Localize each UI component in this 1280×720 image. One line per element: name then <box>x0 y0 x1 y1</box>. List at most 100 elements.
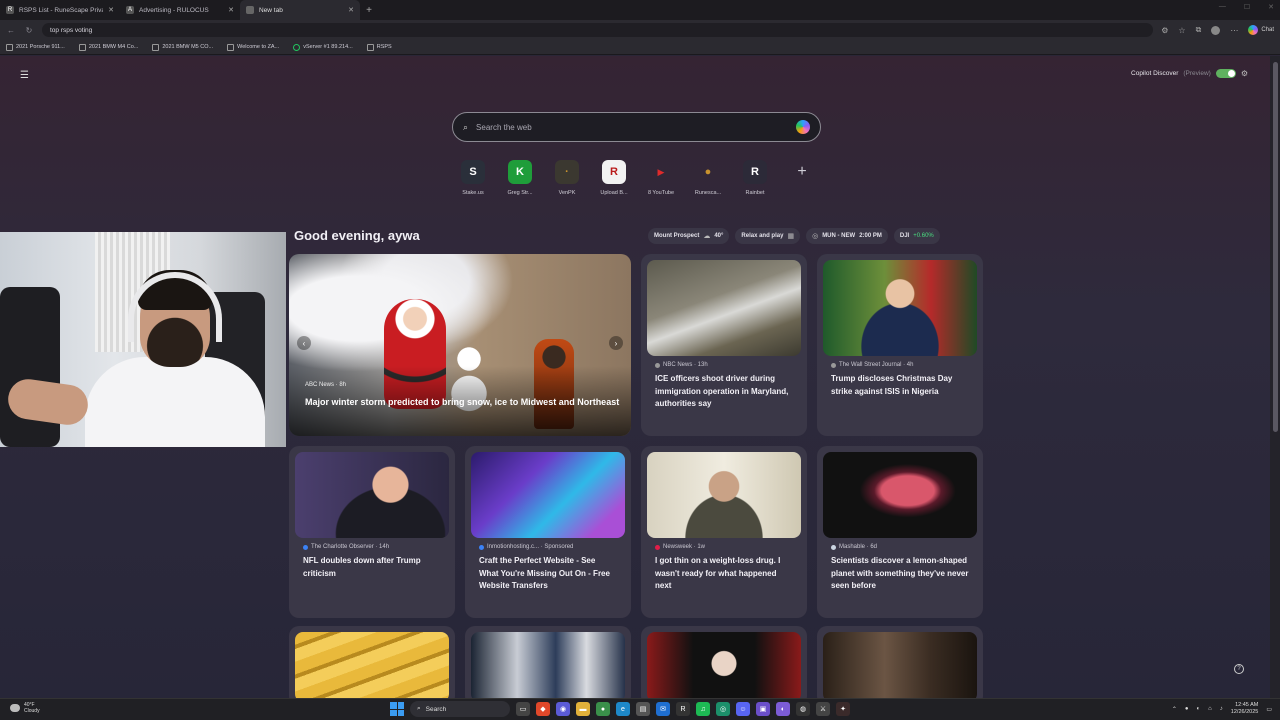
scrollbar-thumb[interactable] <box>1273 62 1278 432</box>
new-tab-button[interactable]: + <box>360 0 378 20</box>
news-card[interactable] <box>641 626 807 698</box>
task-view-icon[interactable]: ▭ <box>516 702 530 716</box>
spotify-icon[interactable]: ♫ <box>696 702 710 716</box>
taskbar: 40°F Cloudy ⌕ Search ▭ ◆ ◉ ▬ ● e ▤ ✉ R ♫… <box>0 698 1280 720</box>
quick-link-stake[interactable]: S Stake.us <box>452 160 494 196</box>
windows-start-icon[interactable] <box>390 702 404 716</box>
search-icon: ⌕ <box>463 121 469 132</box>
bookmark-1[interactable]: 2021 Porsche 911... <box>6 43 65 51</box>
quick-link-youtube[interactable]: ▶ 8 YouTube <box>640 160 682 197</box>
hamburger-menu-icon[interactable]: ☰ <box>20 70 29 81</box>
taskbar-search[interactable]: ⌕ Search <box>410 701 510 717</box>
sports-pill[interactable]: ◎ MUN - NEW 2:00 PM <box>806 228 888 244</box>
quick-link-label: Rainbet <box>745 190 765 196</box>
favorites-icon[interactable]: ☆ <box>1178 26 1185 35</box>
app-icon[interactable]: ◎ <box>716 702 730 716</box>
chrome-icon[interactable]: ● <box>596 702 610 716</box>
news-source: The Wall Street Journal · 4h <box>839 362 914 368</box>
app-icon[interactable]: ⚔ <box>816 702 830 716</box>
help-icon[interactable]: ? <box>1234 664 1244 674</box>
close-window-icon[interactable]: ✕ <box>1268 3 1274 11</box>
settings-gear-icon[interactable]: ⚙ <box>1241 69 1248 78</box>
copilot-icon[interactable] <box>796 120 810 134</box>
games-pill[interactable]: Relax and play ▦ <box>735 228 801 244</box>
news-card[interactable] <box>289 626 455 698</box>
brave-icon[interactable]: ◆ <box>536 702 550 716</box>
app-icon[interactable]: ✦ <box>836 702 850 716</box>
tab-new-tab[interactable]: New tab ✕ <box>240 0 360 20</box>
network-icon[interactable]: ⌂ <box>1208 706 1212 712</box>
source-icon <box>831 544 836 550</box>
bookmark-6[interactable]: RSPS <box>366 43 392 51</box>
bookmark-label: Welcome to ZA... <box>237 44 280 50</box>
hero-news-card[interactable]: ‹ › ABC News · 8h Major winter storm pre… <box>289 254 631 436</box>
close-icon[interactable]: ✕ <box>348 6 354 14</box>
chevron-left-icon[interactable]: ‹ <box>297 336 311 350</box>
maximize-icon[interactable]: ☐ <box>1244 3 1250 11</box>
tray-app-icon[interactable]: ● <box>1185 706 1189 712</box>
discord-icon[interactable]: ☺ <box>736 702 750 716</box>
news-card[interactable] <box>817 626 983 698</box>
app-icon[interactable]: R <box>676 702 690 716</box>
github-icon[interactable]: ◐ <box>776 702 790 716</box>
bookmark-4[interactable]: Welcome to ZA... <box>227 43 280 51</box>
discover-toggle-switch[interactable] <box>1215 69 1236 78</box>
copilot-chat-button[interactable]: Chat <box>1248 25 1274 35</box>
news-card[interactable]: Inmotionhosting.c... · Sponsored Craft t… <box>465 446 631 618</box>
news-card[interactable]: The Wall Street Journal · 4h Trump discl… <box>817 254 983 436</box>
quick-link-venpk[interactable]: · VenPK <box>546 160 588 196</box>
tab-advertising[interactable]: A Advertising - RULOCUS ✕ <box>120 0 240 20</box>
outlook-icon[interactable]: ✉ <box>656 702 670 716</box>
chevron-up-icon[interactable]: ⌃ <box>1172 706 1177 713</box>
profile-avatar[interactable] <box>1211 25 1221 35</box>
minimize-icon[interactable]: — <box>1219 3 1226 11</box>
tab-favicon: A <box>126 6 134 14</box>
news-card[interactable]: NBC News · 13h ICE officers shoot driver… <box>641 254 807 436</box>
taskbar-weather[interactable]: 40°F Cloudy <box>10 702 40 714</box>
address-bar[interactable]: top rsps voting <box>42 23 1154 37</box>
more-menu-icon[interactable]: ⋯ <box>1230 26 1238 35</box>
edge-icon[interactable]: e <box>616 702 630 716</box>
bookmark-2[interactable]: 2021 BMW M4 Co... <box>78 43 138 51</box>
copilot-icon <box>1248 25 1259 35</box>
copilot-app-icon[interactable]: ◉ <box>556 702 570 716</box>
back-icon[interactable]: ← <box>6 26 16 35</box>
news-image <box>295 452 449 538</box>
close-icon[interactable]: ✕ <box>108 6 114 14</box>
tab-rsps-list[interactable]: R RSPS List - RuneScape Private Ser... ✕ <box>0 0 120 20</box>
quick-link-greg[interactable]: K Greg Str... <box>499 160 541 196</box>
stock-pill[interactable]: DJI +0.60% <box>893 228 940 244</box>
search-icon: ⌕ <box>417 705 421 712</box>
bookmark-3[interactable]: 2021 BMW M5 CO... <box>152 43 213 51</box>
chevron-right-icon[interactable]: › <box>609 336 623 350</box>
quick-link-rainbet[interactable]: R Rainbet <box>734 160 776 196</box>
quick-link-upload[interactable]: R Upload B... <box>593 160 635 196</box>
add-quick-link-button[interactable]: + <box>781 160 823 196</box>
news-card[interactable]: Newsweek · 1w I got thin on a weight-los… <box>641 446 807 618</box>
close-icon[interactable]: ✕ <box>228 6 234 14</box>
obs-icon[interactable]: ◍ <box>796 702 810 716</box>
quick-link-runescape[interactable]: ● Runesca... <box>687 160 729 196</box>
news-card[interactable]: The Charlotte Observer · 14h NFL doubles… <box>289 446 455 618</box>
bookmark-label: RSPS <box>376 44 392 50</box>
extensions-icon[interactable]: ⚙ <box>1161 26 1168 35</box>
news-title: ICE officers shoot driver during immigra… <box>655 374 789 408</box>
collections-icon[interactable]: ⧉ <box>1196 25 1202 35</box>
notifications-icon[interactable]: ▭ <box>1266 706 1272 713</box>
tray-app-icon[interactable]: ◐ <box>1197 706 1201 712</box>
weather-pill[interactable]: Mount Prospect ☁ 40° <box>648 228 730 244</box>
store-icon[interactable]: ▤ <box>636 702 650 716</box>
refresh-icon[interactable]: ↻ <box>24 26 34 35</box>
web-search-box[interactable]: ⌕ Search the web <box>452 112 821 142</box>
news-card[interactable]: Mashable · 6d Scientists discover a lemo… <box>817 446 983 618</box>
news-meta: Newsweek · 1w <box>655 544 793 550</box>
news-image <box>823 452 977 538</box>
news-card[interactable] <box>465 626 631 698</box>
taskbar-clock[interactable]: 12:45 AM 12/26/2025 <box>1231 702 1259 716</box>
news-image <box>823 260 977 356</box>
app-icon[interactable]: ▣ <box>756 702 770 716</box>
time: 12:45 AM <box>1235 702 1259 708</box>
volume-icon[interactable]: ♪ <box>1220 706 1223 712</box>
file-explorer-icon[interactable]: ▬ <box>576 702 590 716</box>
bookmark-5[interactable]: vServer #1 89.214... <box>293 43 353 51</box>
